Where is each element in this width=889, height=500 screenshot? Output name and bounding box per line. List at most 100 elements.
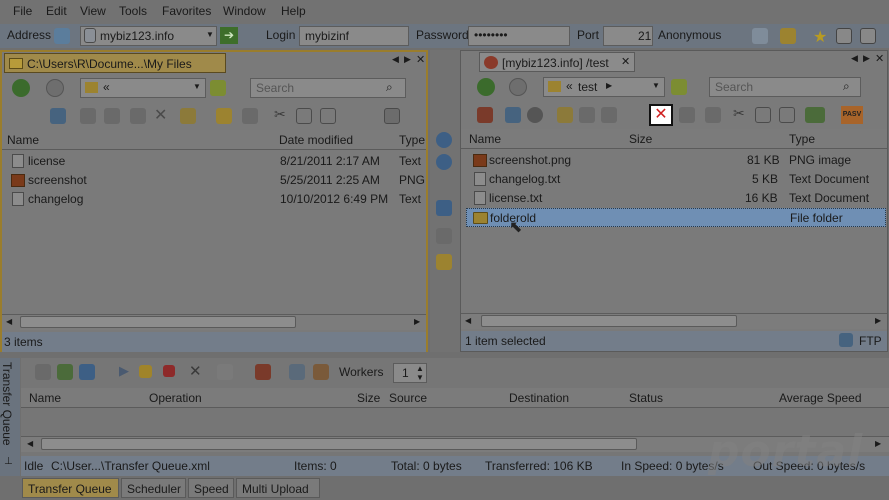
compare-icon[interactable] (436, 254, 452, 270)
menu-edit[interactable]: Edit (46, 4, 67, 18)
chevron-down-icon[interactable]: ▼ (652, 81, 660, 90)
new-folder-icon[interactable] (216, 108, 232, 124)
workers-stepper[interactable]: 1 ▲ ▼ (393, 363, 427, 383)
go-arrow-icon[interactable]: ➔ (220, 27, 238, 44)
column-name[interactable]: Name (469, 132, 501, 146)
cut-icon[interactable]: ✂ (274, 106, 286, 123)
password-field[interactable]: •••••••• (468, 26, 570, 46)
scroll-left-icon[interactable]: ◀ (27, 439, 33, 448)
workers-icon[interactable] (313, 364, 329, 380)
column-size[interactable]: Size (629, 132, 652, 146)
host-field[interactable]: mybiz123.info ▼ (80, 26, 217, 46)
view-icon[interactable] (130, 108, 146, 124)
list-item[interactable]: screenshot (28, 173, 87, 187)
download-icon[interactable] (436, 154, 452, 170)
column-name[interactable]: Name (7, 133, 39, 147)
scroll-left-icon[interactable]: ◀ (465, 316, 471, 325)
move-folder-icon[interactable] (180, 108, 196, 124)
menu-favorites[interactable]: Favorites (162, 4, 211, 18)
column-status[interactable]: Status (629, 391, 663, 405)
tab-transfer-queue[interactable]: Transfer Queue (22, 478, 119, 498)
open-folder-icon[interactable] (217, 364, 233, 380)
up-folder-icon[interactable] (671, 79, 687, 95)
scrollbar-thumb[interactable] (20, 316, 296, 328)
details-view-icon[interactable] (384, 108, 400, 124)
sync-folders-icon[interactable] (436, 200, 452, 216)
remote-horizontal-scrollbar[interactable]: ◀ ▶ (461, 313, 887, 329)
close-icon[interactable]: ✕ (875, 52, 884, 65)
column-operation[interactable]: Operation (149, 391, 202, 405)
scrollbar-thumb[interactable] (481, 315, 737, 327)
copy-icon[interactable] (755, 107, 771, 123)
remote-tab[interactable]: [mybiz123.info] /test ✕ (479, 52, 635, 72)
upload-icon[interactable] (436, 132, 452, 148)
close-icon[interactable]: ✕ (621, 55, 630, 68)
scroll-left-icon[interactable]: ◀ (6, 317, 12, 326)
tab-multi-upload[interactable]: Multi Upload (236, 478, 320, 498)
pin-icon[interactable]: ⊥ (4, 456, 13, 467)
scroll-right-icon[interactable]: ▶ (414, 317, 420, 326)
tab-scroll-left-icon[interactable]: ◀ (851, 53, 858, 64)
menu-help[interactable]: Help (281, 4, 306, 18)
properties-icon[interactable] (80, 108, 96, 124)
chevron-down-icon[interactable]: ▼ (206, 30, 214, 39)
list-item[interactable]: changelog.txt (489, 172, 560, 186)
star-icon[interactable]: ★ (813, 27, 829, 46)
split-vertical-icon[interactable] (860, 28, 876, 44)
open-folder-icon[interactable] (780, 28, 796, 44)
anonymous-checkbox[interactable]: Anonymous (658, 28, 721, 42)
split-horizontal-icon[interactable] (836, 28, 852, 44)
refresh-icon[interactable] (505, 107, 521, 123)
tab-scroll-left-icon[interactable]: ◀ (392, 54, 399, 65)
list-item[interactable]: changelog (28, 192, 83, 206)
port-field[interactable]: 21 (603, 26, 653, 46)
tab-scroll-right-icon[interactable]: ▶ (404, 54, 411, 65)
back-icon[interactable] (477, 78, 495, 96)
search-icon[interactable]: ⌕ (843, 79, 850, 94)
pause-icon[interactable] (139, 365, 152, 378)
tab-scheduler[interactable]: Scheduler (121, 478, 186, 498)
paste-icon[interactable] (779, 107, 795, 123)
selected-row[interactable]: folderold File folder (466, 208, 886, 227)
login-field[interactable]: mybizinf (299, 26, 409, 46)
auto-transfer-icon[interactable] (805, 107, 825, 123)
menu-file[interactable]: File (13, 4, 32, 18)
local-search-input[interactable]: Search ⌕ (250, 78, 406, 98)
forward-icon[interactable] (509, 78, 527, 96)
remove-icon[interactable]: ✕ (189, 362, 202, 380)
connect-icon[interactable] (752, 28, 768, 44)
list-item[interactable]: screenshot.png (489, 153, 571, 167)
schedule-icon[interactable] (289, 364, 305, 380)
menu-window[interactable]: Window (223, 4, 266, 18)
site-manager-icon[interactable] (477, 107, 493, 123)
menu-view[interactable]: View (80, 4, 106, 18)
column-destination[interactable]: Destination (509, 391, 569, 405)
cut-icon[interactable]: ✂ (733, 105, 745, 122)
chevron-right-icon[interactable]: ▶ (606, 81, 612, 90)
paste-icon[interactable] (320, 108, 336, 124)
new-folder-icon[interactable] (557, 107, 573, 123)
properties-icon[interactable] (679, 107, 695, 123)
stop-icon[interactable] (163, 365, 175, 377)
rename-icon[interactable] (579, 107, 595, 123)
chevron-down-icon[interactable]: ▼ (193, 82, 201, 91)
queue-side-label[interactable]: Transfer Queue (0, 362, 14, 446)
close-icon[interactable]: ✕ (416, 53, 425, 66)
rename-icon[interactable] (104, 108, 120, 124)
local-horizontal-scrollbar[interactable]: ◀ ▶ (2, 314, 426, 330)
column-type[interactable]: Type (789, 132, 815, 146)
back-icon[interactable] (12, 79, 30, 97)
play-icon[interactable]: ▶ (119, 363, 129, 379)
list-item[interactable]: license.txt (489, 191, 542, 205)
local-path-field[interactable]: « ▼ (80, 78, 206, 98)
scroll-right-icon[interactable]: ▶ (875, 316, 881, 325)
save-icon[interactable] (79, 364, 95, 380)
column-size[interactable]: Size (357, 391, 380, 405)
view-icon[interactable] (601, 107, 617, 123)
tab-scroll-right-icon[interactable]: ▶ (863, 53, 870, 64)
column-type[interactable]: Type (399, 133, 425, 147)
delete-icon[interactable]: ✕ (649, 104, 673, 126)
up-folder-icon[interactable] (210, 80, 226, 96)
scrollbar-thumb[interactable] (41, 438, 637, 450)
column-name[interactable]: Name (29, 391, 61, 405)
